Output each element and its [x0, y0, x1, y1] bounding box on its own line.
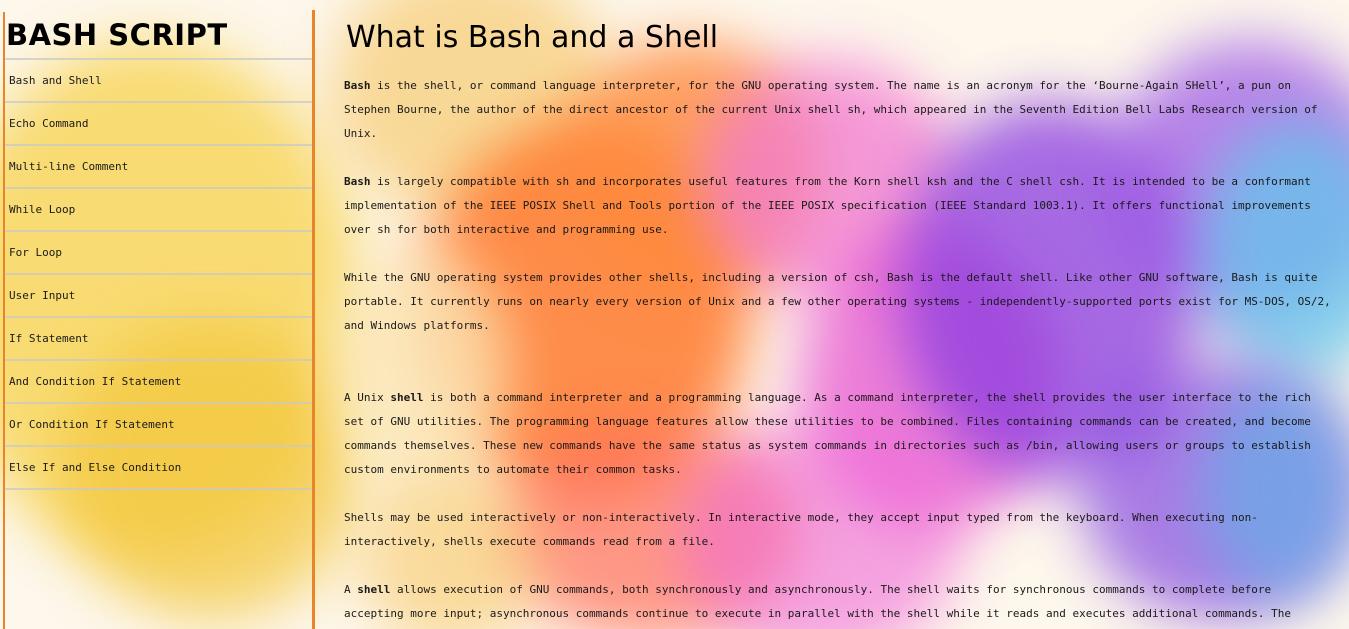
paragraph-interactive: Shells may be used interactively or non-… — [344, 506, 1336, 554]
paragraph-text: allows execution of GNU commands, both s… — [344, 583, 1292, 620]
sidebar-item-and-condition-if-statement[interactable]: And Condition If Statement — [5, 359, 314, 402]
paragraph-bold: shell — [357, 583, 391, 596]
paragraph-execution: A shell allows execution of GNU commands… — [344, 578, 1336, 629]
paragraph-text: is largely compatible with sh and incorp… — [344, 175, 1311, 236]
sidebar-item-while-loop[interactable]: While Loop — [5, 187, 314, 230]
page-title: What is Bash and a Shell — [346, 20, 719, 55]
sidebar-item-else-if-and-else-condition[interactable]: Else If and Else Condition — [5, 445, 314, 490]
paragraph-lead: Bash — [344, 175, 371, 188]
sidebar-item-bash-and-shell[interactable]: Bash and Shell — [5, 58, 314, 101]
paragraph-bold: shell — [390, 391, 424, 404]
vertical-divider — [312, 10, 315, 629]
sidebar-item-multi-line-comment[interactable]: Multi-line Comment — [5, 144, 314, 187]
sidebar: BASH SCRIPT Bash and Shell Echo Command … — [3, 12, 314, 629]
sidebar-item-user-input[interactable]: User Input — [5, 273, 314, 316]
sidebar-item-for-loop[interactable]: For Loop — [5, 230, 314, 273]
main-content: What is Bash and a Shell Bash is the she… — [344, 16, 1339, 629]
paragraph-text: is both a command interpreter and a prog… — [344, 391, 1311, 476]
paragraph-text: Shells may be used interactively or non-… — [344, 511, 1258, 548]
page: BASH SCRIPT Bash and Shell Echo Command … — [0, 0, 1349, 629]
paragraph-bash-compat: Bash is largely compatible with sh and i… — [344, 170, 1336, 242]
sidebar-item-if-statement[interactable]: If Statement — [5, 316, 314, 359]
paragraph-lead: Bash — [344, 79, 371, 92]
paragraph-text: is the shell, or command language interp… — [344, 79, 1318, 140]
sidebar-title: BASH SCRIPT — [6, 18, 228, 52]
sidebar-item-echo-command[interactable]: Echo Command — [5, 101, 314, 144]
paragraph-unix-shell: A Unix shell is both a command interpret… — [344, 386, 1336, 482]
paragraph-gnu-shells: While the GNU operating system provides … — [344, 266, 1336, 338]
paragraph-bash-intro: Bash is the shell, or command language i… — [344, 74, 1336, 146]
paragraph-text: While the GNU operating system provides … — [344, 271, 1331, 332]
paragraph-pre: A Unix — [344, 391, 391, 404]
paragraph-pre: A — [344, 583, 358, 596]
sidebar-item-or-condition-if-statement[interactable]: Or Condition If Statement — [5, 402, 314, 445]
sidebar-nav: Bash and Shell Echo Command Multi-line C… — [5, 58, 314, 490]
